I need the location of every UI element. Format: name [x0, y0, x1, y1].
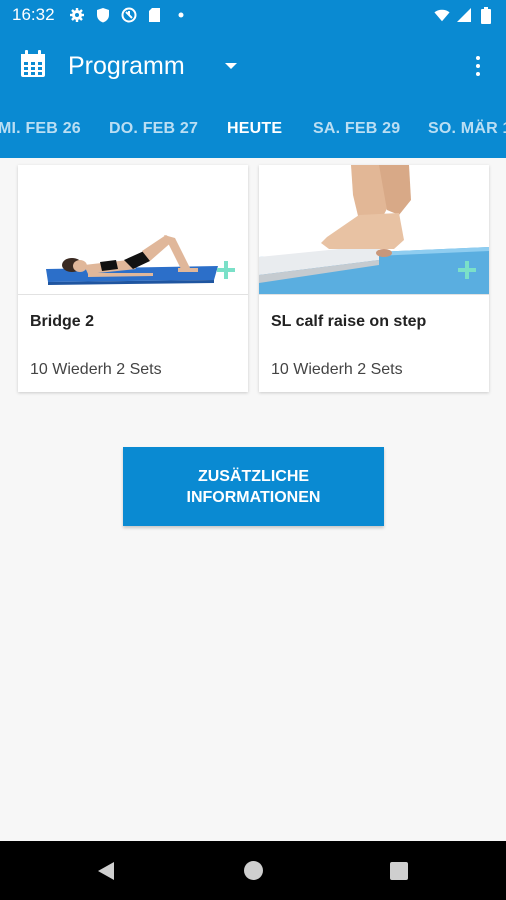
exercise-title: SL calf raise on step	[271, 313, 427, 330]
tab-date-1[interactable]: DO. FEB 27	[109, 120, 198, 138]
battery-icon	[478, 6, 494, 24]
status-system-icons	[434, 6, 494, 24]
status-time: 16:32	[12, 5, 55, 24]
exercise-detail: 10 Wiederh 2 Sets	[271, 361, 403, 378]
tab-date-0[interactable]: MI. FEB 26	[0, 120, 81, 138]
add-icon	[217, 261, 235, 279]
tab-date-4[interactable]: SO. MÄR 1	[428, 120, 506, 138]
exercise-card[interactable]: Bridge 2 10 Wiederh 2 Sets	[18, 165, 248, 392]
status-bar: 16:32	[0, 0, 506, 30]
app-title[interactable]: Programm	[68, 52, 185, 81]
wifi-icon	[434, 7, 450, 23]
calf-raise-illustration	[259, 165, 489, 295]
bridge-exercise-illustration	[18, 165, 248, 295]
recents-icon[interactable]	[390, 862, 408, 880]
tab-date-today[interactable]: HEUTE	[227, 120, 282, 138]
sd-card-icon	[147, 7, 163, 23]
signal-icon	[456, 7, 472, 23]
back-icon[interactable]	[97, 861, 115, 881]
add-icon	[458, 261, 476, 279]
date-tabs: MI. FEB 26 DO. FEB 27 HEUTE SA. FEB 29 S…	[0, 102, 506, 158]
exercise-card[interactable]: SL calf raise on step 10 Wiederh 2 Sets	[259, 165, 489, 392]
additional-info-label-line1: ZUSÄTZLICHE	[197, 467, 310, 485]
app-bar: Programm	[0, 30, 506, 102]
exercise-detail: 10 Wiederh 2 Sets	[30, 361, 162, 378]
shield-icon	[95, 7, 111, 23]
exercise-title: Bridge 2	[30, 313, 95, 330]
additional-info-label-line2: INFORMATIONEN	[186, 488, 321, 506]
more-vert-icon[interactable]	[470, 50, 486, 82]
gear-icon	[69, 7, 85, 23]
system-navigation-bar	[0, 841, 506, 900]
home-icon[interactable]	[244, 861, 263, 880]
chevron-down-icon[interactable]	[224, 63, 237, 69]
additional-info-button[interactable]: ZUSÄTZLICHE INFORMATIONEN	[123, 447, 384, 526]
tab-date-3[interactable]: SA. FEB 29	[313, 120, 400, 138]
calendar-icon[interactable]	[20, 49, 46, 83]
status-notification-icons	[69, 7, 189, 23]
sync-icon	[121, 7, 137, 23]
dot-icon	[173, 7, 189, 23]
